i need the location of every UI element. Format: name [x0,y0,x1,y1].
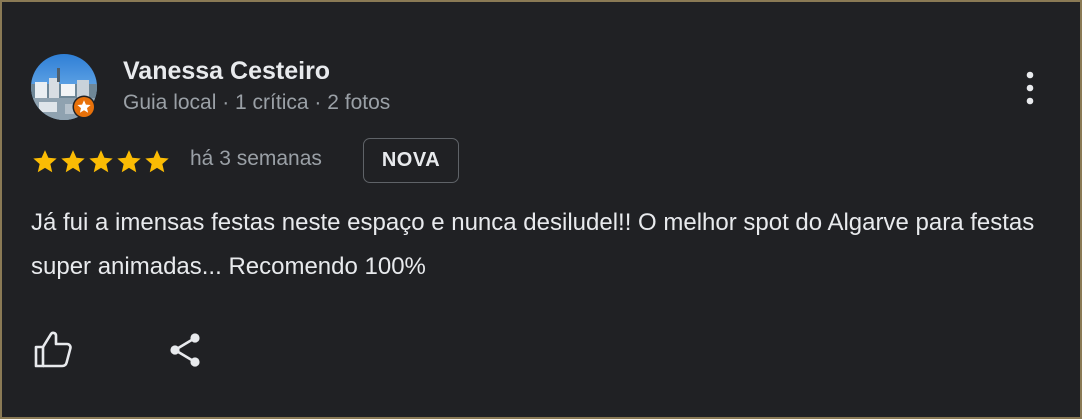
star-icon [117,150,141,173]
thumbs-up-icon[interactable] [32,329,74,371]
review-text: Já fui a imensas festas neste espaço e n… [31,209,1035,280]
author-name[interactable]: Vanessa Cesteiro [123,57,330,86]
star-icon [89,150,113,173]
more-vert-icon[interactable] [1015,68,1045,108]
star-icon [61,150,85,173]
local-guide-star-badge [72,95,96,119]
share-icon[interactable] [166,330,206,370]
review-card: Vanessa Cesteiro Guia local · 1 crítica … [0,0,1082,419]
star-icon [145,150,169,173]
new-badge: NOVA [363,138,459,183]
star-icon [33,150,57,173]
star-rating [31,148,171,176]
author-meta: Guia local · 1 crítica · 2 fotos [123,91,391,114]
review-time: há 3 semanas [190,147,322,170]
